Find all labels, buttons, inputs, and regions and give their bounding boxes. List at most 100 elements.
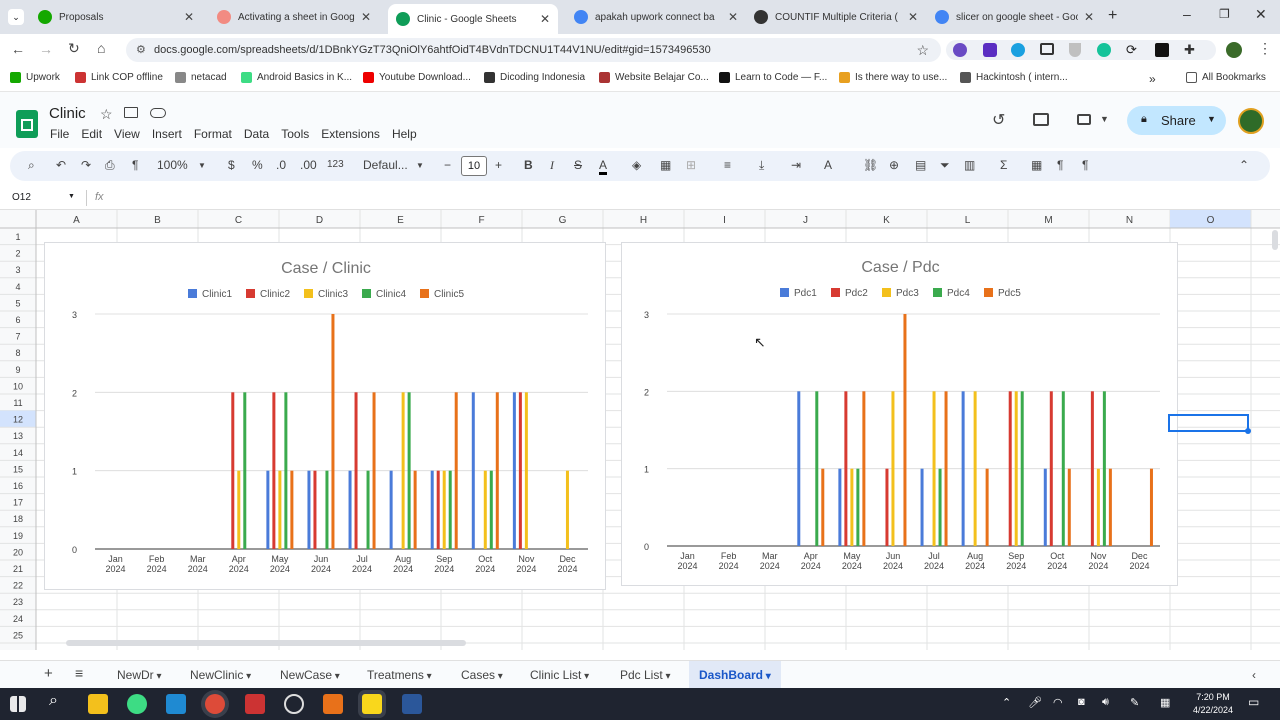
word-icon[interactable] xyxy=(402,694,422,714)
ext-translate-icon[interactable] xyxy=(1011,43,1025,57)
row-header[interactable]: 15 xyxy=(13,464,23,474)
column-header[interactable]: A xyxy=(73,215,80,226)
font-size-input[interactable]: 10 xyxy=(461,156,487,176)
bar[interactable] xyxy=(903,314,907,546)
ext-sync-icon[interactable]: ⟳ xyxy=(1126,42,1137,58)
row-header[interactable]: 14 xyxy=(13,448,23,458)
browser-tab[interactable]: slicer on google sheet - Goo ✕ xyxy=(927,4,1102,30)
row-header[interactable]: 11 xyxy=(13,398,22,408)
bar[interactable] xyxy=(815,391,819,546)
sheet-tab[interactable]: NewCase ▾ xyxy=(280,668,340,682)
bookmark-item[interactable]: Is there way to use... xyxy=(839,72,947,83)
percent-button[interactable]: % xyxy=(252,158,263,172)
bar[interactable] xyxy=(495,392,499,549)
selected-cell[interactable] xyxy=(1168,414,1249,432)
bar[interactable] xyxy=(483,470,487,549)
bar[interactable] xyxy=(1043,468,1047,546)
bar[interactable] xyxy=(512,392,516,549)
align-horizontal-icon[interactable]: ≡ xyxy=(724,158,731,172)
row-header[interactable]: 6 xyxy=(15,315,20,325)
bar[interactable] xyxy=(1096,468,1100,546)
bar[interactable] xyxy=(932,391,936,546)
text-rotation-icon[interactable]: A xyxy=(824,158,832,172)
all-bookmarks[interactable]: All Bookmarks xyxy=(1186,72,1266,83)
bar[interactable] xyxy=(985,468,989,546)
menu-file[interactable]: File xyxy=(50,127,69,141)
fill-handle[interactable] xyxy=(1245,428,1251,434)
bar[interactable] xyxy=(850,468,854,546)
tab-close-icon[interactable]: ✕ xyxy=(728,10,738,24)
bar[interactable] xyxy=(430,470,434,549)
chart-case-pdc[interactable]: Case / Pdc Pdc1 Pdc2 Pdc3 Pdc4 Pdc5 0 1 2 3 Jan 202… xyxy=(621,242,1178,586)
add-sheet-icon[interactable]: + xyxy=(44,665,53,682)
profile-avatar[interactable] xyxy=(1226,42,1242,58)
name-box-dropdown-icon[interactable]: ▼ xyxy=(68,193,75,200)
bar[interactable] xyxy=(237,470,241,549)
ext-grammarly-icon[interactable] xyxy=(1097,43,1111,57)
decrease-decimal-button[interactable]: .0 xyxy=(276,158,286,172)
ext-chrome-icon[interactable] xyxy=(953,43,967,57)
fill-color-icon[interactable]: ◈ xyxy=(632,158,641,172)
new-tab-icon[interactable]: + xyxy=(1108,7,1117,25)
row-header[interactable]: 8 xyxy=(15,348,20,358)
bar[interactable] xyxy=(1014,391,1018,546)
bar[interactable] xyxy=(436,470,440,549)
row-header[interactable]: 7 xyxy=(15,332,20,342)
zoom-select[interactable]: 100% xyxy=(157,158,188,172)
column-header[interactable]: J xyxy=(803,215,808,226)
bookmark-item[interactable]: Website Belajar Co... xyxy=(599,72,709,83)
insert-chart-icon[interactable]: ▤ xyxy=(915,158,926,172)
merge-cells-icon[interactable]: ⊞ xyxy=(686,158,696,172)
menu-view[interactable]: View xyxy=(114,127,140,141)
increase-decimal-button[interactable]: .00 xyxy=(300,158,317,172)
bar[interactable] xyxy=(354,392,358,549)
bar[interactable] xyxy=(838,468,842,546)
font-size-decrease-icon[interactable]: − xyxy=(444,158,451,172)
version-history-icon[interactable]: ↺ xyxy=(992,110,1005,130)
sheet-tab[interactable]: Cases ▾ xyxy=(461,668,503,682)
bar[interactable] xyxy=(1102,391,1106,546)
font-select[interactable]: Defaul... xyxy=(363,158,408,172)
wifi-icon[interactable]: ◠ xyxy=(1053,696,1063,709)
chart-case-clinic[interactable]: Case / Clinic Clinic1 Clinic2 Clinic3 Clinic… xyxy=(44,242,606,590)
site-info-icon[interactable]: ⚙ xyxy=(136,38,146,62)
column-header[interactable]: M xyxy=(1044,215,1052,226)
bar[interactable] xyxy=(961,391,965,546)
bar[interactable] xyxy=(290,470,294,549)
text-wrap-icon[interactable]: ⇥ xyxy=(791,158,801,172)
redo-icon[interactable]: ↷ xyxy=(81,158,91,172)
star-icon[interactable]: ☆ xyxy=(100,106,113,123)
sheet-tab-menu-icon[interactable]: ▾ xyxy=(243,671,251,682)
volume-icon[interactable]: 🔊︎ xyxy=(1102,696,1109,709)
functions-icon[interactable]: Σ xyxy=(1000,158,1007,172)
forward-icon[interactable]: → xyxy=(39,41,53,57)
ltr-icon[interactable]: ¶ xyxy=(1082,158,1088,172)
bar[interactable] xyxy=(389,470,393,549)
bar[interactable] xyxy=(920,468,924,546)
number-format-button[interactable]: 123 xyxy=(327,159,344,170)
paint-format-icon[interactable]: ¶ xyxy=(132,158,138,172)
windows-start-icon[interactable] xyxy=(10,696,26,712)
row-header[interactable]: 2 xyxy=(15,249,20,259)
bar[interactable] xyxy=(1008,391,1012,546)
sheet-tab[interactable]: NewDr ▾ xyxy=(117,668,161,682)
sheet-tab[interactable]: Clinic List ▾ xyxy=(530,668,589,682)
bookmark-item[interactable]: Dicoding Indonesia xyxy=(484,72,585,83)
bar[interactable] xyxy=(413,470,417,549)
bar[interactable] xyxy=(862,391,866,546)
bookmarks-overflow-icon[interactable]: » xyxy=(1149,72,1156,86)
column-header[interactable]: E xyxy=(397,215,404,226)
maximize-icon[interactable]: ❐ xyxy=(1219,7,1230,21)
sheets-logo-icon[interactable] xyxy=(16,110,38,138)
camera-tray-icon[interactable]: ◙ xyxy=(1078,696,1085,708)
insert-comment-icon[interactable]: ⊕ xyxy=(889,158,899,172)
menu-extensions[interactable]: Extensions xyxy=(321,127,380,141)
move-folder-icon[interactable] xyxy=(124,107,138,118)
font-dropdown-icon[interactable]: ▼ xyxy=(416,161,424,170)
row-header[interactable]: 1 xyxy=(15,232,20,242)
bar[interactable] xyxy=(1020,391,1024,546)
column-header[interactable]: B xyxy=(154,215,161,226)
ext-notion-icon[interactable] xyxy=(1155,43,1169,57)
menu-edit[interactable]: Edit xyxy=(81,127,102,141)
clock[interactable]: 7:20 PM 4/22/2024 xyxy=(1190,691,1236,717)
